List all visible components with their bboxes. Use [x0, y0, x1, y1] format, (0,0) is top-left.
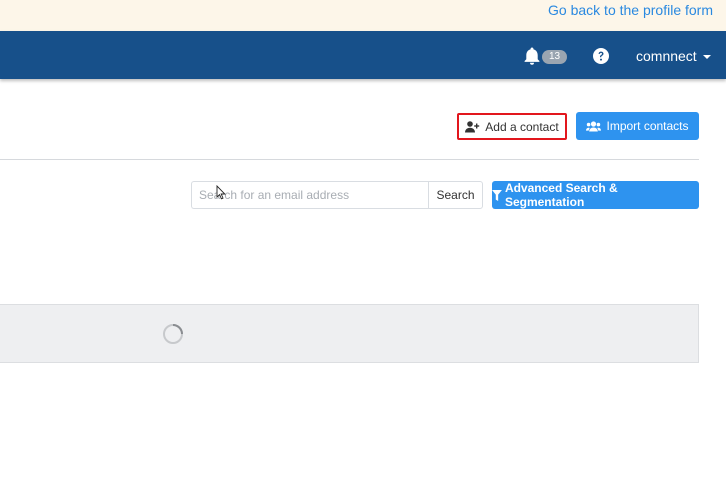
chevron-down-icon: [702, 55, 711, 60]
navbar: 13 comnnect: [0, 31, 726, 79]
contacts-loading-panel: [0, 304, 699, 363]
users-icon: [586, 120, 602, 131]
add-contact-label: Add a contact: [485, 119, 559, 134]
bell-icon[interactable]: [522, 46, 542, 66]
import-contacts-button[interactable]: Import contacts: [576, 112, 699, 140]
back-to-profile-form-link[interactable]: Go back to the profile form: [548, 2, 713, 18]
search-button[interactable]: Search: [428, 181, 483, 209]
user-menu[interactable]: comnnect: [636, 48, 711, 64]
add-contact-button[interactable]: Add a contact: [457, 113, 567, 140]
filter-icon: [492, 189, 502, 201]
email-search-input[interactable]: [191, 181, 429, 209]
import-contacts-label: Import contacts: [606, 119, 689, 133]
spinner-icon: [163, 324, 183, 344]
top-bar: Go back to the profile form: [0, 0, 726, 31]
user-plus-icon: [465, 120, 480, 132]
advanced-search-label: Advanced Search & Segmentation: [504, 181, 618, 209]
mouse-cursor-icon: [216, 185, 226, 200]
question-circle-icon[interactable]: [592, 47, 610, 65]
advanced-search-button[interactable]: Advanced Search & Segmentation: [492, 181, 699, 209]
section-divider: [0, 159, 699, 160]
username-label: comnnect: [636, 48, 697, 64]
notifications-badge: 13: [542, 50, 567, 64]
